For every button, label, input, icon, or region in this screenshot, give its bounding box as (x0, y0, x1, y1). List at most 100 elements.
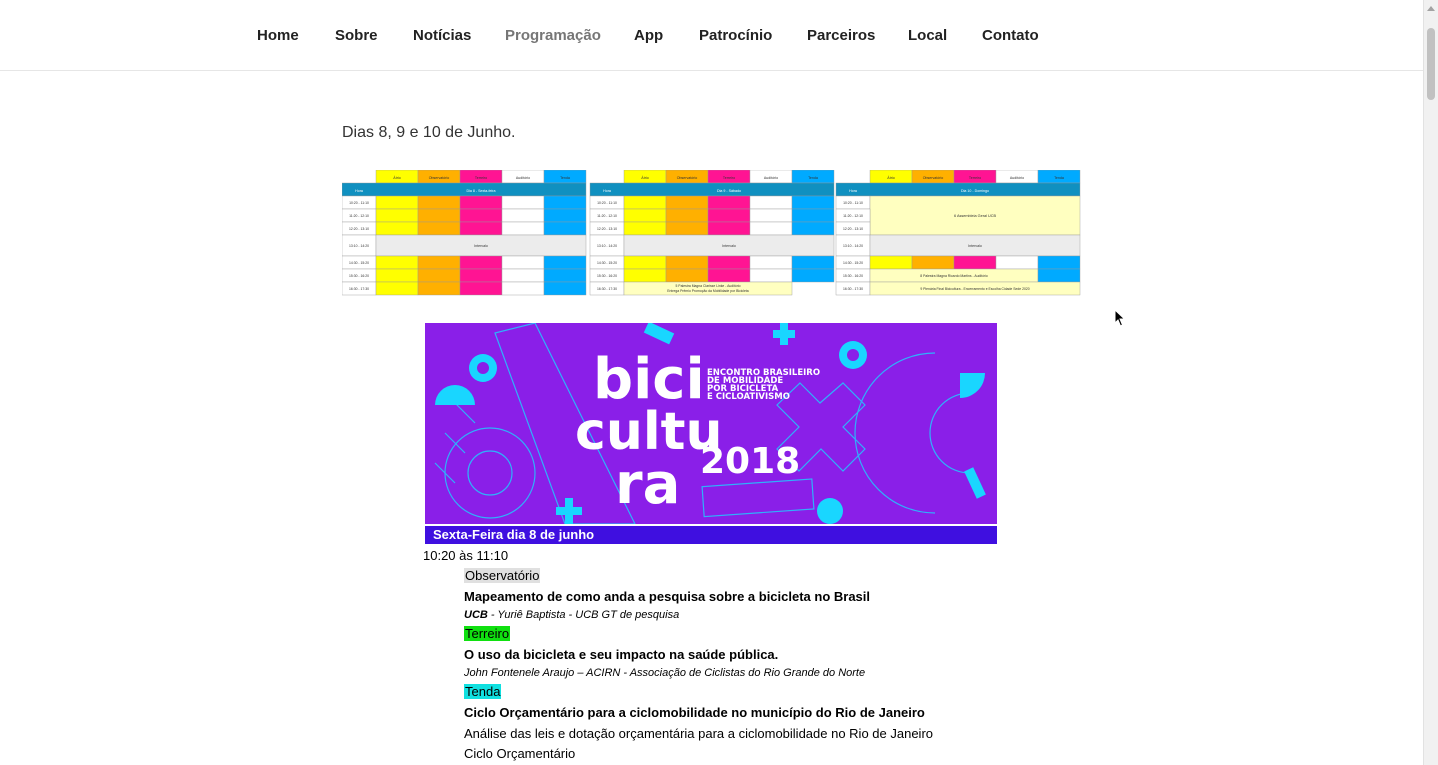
session-title-3: Ciclo Orçamentário para a ciclomobilidad… (464, 705, 925, 720)
room-tag: Terreiro (464, 626, 511, 641)
schedule-day-label: Dia 10 - Domingo (961, 189, 989, 193)
schedule-cell (501, 281, 545, 296)
schedule-cell (375, 221, 419, 236)
schedule-cell (459, 255, 503, 270)
schedule-cell (911, 255, 955, 270)
schedule-cell (623, 221, 667, 236)
schedule-time-label: 10:20 - 11:10 (597, 201, 617, 205)
nav-contato-link[interactable]: Contato (982, 27, 1039, 44)
room-label-observatorio: Observatório (464, 568, 541, 583)
nav-app-link[interactable]: App (634, 27, 663, 44)
schedule-day-header (589, 182, 835, 197)
schedule-day-label: Dia 8 - Sexta-feira (467, 189, 496, 193)
schedule-time-label: 15:30 - 16:20 (843, 274, 863, 278)
schedule-cell (501, 268, 545, 283)
schedule-hour-label: Hora (355, 189, 363, 193)
session-title-2: O uso da bicicleta e seu impacto na saúd… (464, 647, 779, 662)
schedule-cell (707, 208, 751, 223)
scrollbar-thumb[interactable] (1427, 28, 1435, 100)
schedule-cell (375, 268, 419, 283)
schedule-plenaria-label: 9 Plenária Final Bicicultura - Encerrame… (920, 287, 1029, 291)
schedule-room-label: Auditório (1010, 176, 1024, 180)
schedule-cell (543, 221, 587, 236)
schedule-cell (543, 268, 587, 283)
mouse-pointer-icon (1114, 309, 1126, 327)
schedule-cell (501, 255, 545, 270)
schedule-cell (791, 255, 835, 270)
day-heading-band: Sexta-Feira dia 8 de junho (425, 526, 997, 544)
schedule-cell (749, 195, 793, 210)
bicicultura-banner-image: bici cultu ra 2018 ENCONTRO BRASILEIRO D… (425, 323, 997, 524)
nav-noticias-link[interactable]: Notícias (413, 27, 471, 44)
schedule-cell (417, 221, 461, 236)
schedule-cell (791, 221, 835, 236)
schedule-room-label: Átrio (887, 176, 894, 180)
schedule-time-label: 15:30 - 16:20 (597, 274, 617, 278)
schedule-cell (623, 268, 667, 283)
schedule-palestra-label: 8 Palestra Magna Ricardo Martins - Audit… (920, 274, 988, 278)
schedule-cell (417, 208, 461, 223)
schedule-time-label: 16:30 - 17:30 (349, 287, 369, 291)
schedule-grid: Átrio Observatório Terreiro Auditório Tenda H… (342, 170, 1081, 296)
room-label-terreiro: Terreiro (464, 626, 511, 641)
page-scrollbar[interactable] (1423, 0, 1438, 765)
banner-artwork: bici cultu ra 2018 ENCONTRO BRASILEIRO D… (425, 323, 997, 524)
schedule-cell (791, 195, 835, 210)
schedule-time-label: 12:20 - 13:10 (349, 227, 369, 231)
schedule-cell (749, 221, 793, 236)
schedule-room-label: Terreiro (723, 176, 735, 180)
schedule-cell (953, 255, 997, 270)
schedule-cell (707, 268, 751, 283)
schedule-cell (749, 208, 793, 223)
schedule-cell (623, 208, 667, 223)
schedule-time-label: 16:30 - 17:30 (597, 287, 617, 291)
schedule-premio-label: Entrega Prêmio Promoção da Mobilidade po… (667, 289, 749, 293)
session-speaker-1: UCB - Yuriê Baptista - UCB GT de pesquis… (464, 609, 679, 621)
schedule-cell (459, 281, 503, 296)
schedule-cell (665, 195, 709, 210)
schedule-room-label: Tenda (808, 176, 818, 180)
banner-tagline-4: E CICLOATIVISMO (707, 392, 790, 402)
session-description-1: Análise das leis e dotação orçamentária … (464, 726, 933, 741)
schedule-time-label: 12:20 - 13:10 (597, 227, 617, 231)
schedule-room-label: Átrio (641, 176, 648, 180)
speaker-name: - Yuriê Baptista - UCB GT de pesquisa (487, 609, 680, 621)
schedule-cell (543, 255, 587, 270)
banner-year: 2018 (700, 441, 800, 482)
schedule-palestra-label: 5 Palestra Magna Clarisse Linke - Auditó… (675, 284, 740, 288)
nav-parceiros-link[interactable]: Parceiros (807, 27, 875, 44)
schedule-cell (623, 255, 667, 270)
schedule-cell (375, 208, 419, 223)
schedule-cell (665, 208, 709, 223)
schedule-intro-text: Dias 8, 9 e 10 de Junho. (342, 124, 516, 141)
nav-programacao-link[interactable]: Programação (505, 27, 601, 44)
nav-local-link[interactable]: Local (908, 27, 947, 44)
schedule-cell (543, 195, 587, 210)
schedule-cell (417, 281, 461, 296)
schedule-day-header (342, 182, 587, 197)
schedule-cell (869, 255, 913, 270)
nav-home-link[interactable]: Home (257, 27, 299, 44)
scroll-up-arrow-icon[interactable] (1427, 6, 1435, 11)
schedule-time-label: 13:10 - 14:20 (597, 244, 617, 248)
schedule-cell (417, 268, 461, 283)
schedule-cell (459, 268, 503, 283)
schedule-hour-label: Hora (603, 189, 611, 193)
schedule-cell (1037, 268, 1081, 283)
schedule-room-label: Átrio (393, 176, 400, 180)
schedule-cell (543, 281, 587, 296)
room-tag: Observatório (464, 568, 541, 583)
schedule-cell (1037, 255, 1081, 270)
nav-patrocinio-link[interactable]: Patrocínio (699, 27, 772, 44)
schedule-room-label: Auditório (764, 176, 778, 180)
schedule-cell (791, 268, 835, 283)
schedule-cell (459, 221, 503, 236)
schedule-time-label: 12:20 - 13:10 (843, 227, 863, 231)
schedule-cell (501, 208, 545, 223)
schedule-time-label: 11:20 - 12:10 (843, 214, 863, 218)
nav-sobre-link[interactable]: Sobre (335, 27, 378, 44)
schedule-cell (501, 195, 545, 210)
schedule-room-label: Tenda (1054, 176, 1064, 180)
schedule-time-label: 11:20 - 12:10 (349, 214, 369, 218)
session-speaker-2: John Fontenele Araujo – ACIRN - Associaç… (464, 667, 866, 679)
